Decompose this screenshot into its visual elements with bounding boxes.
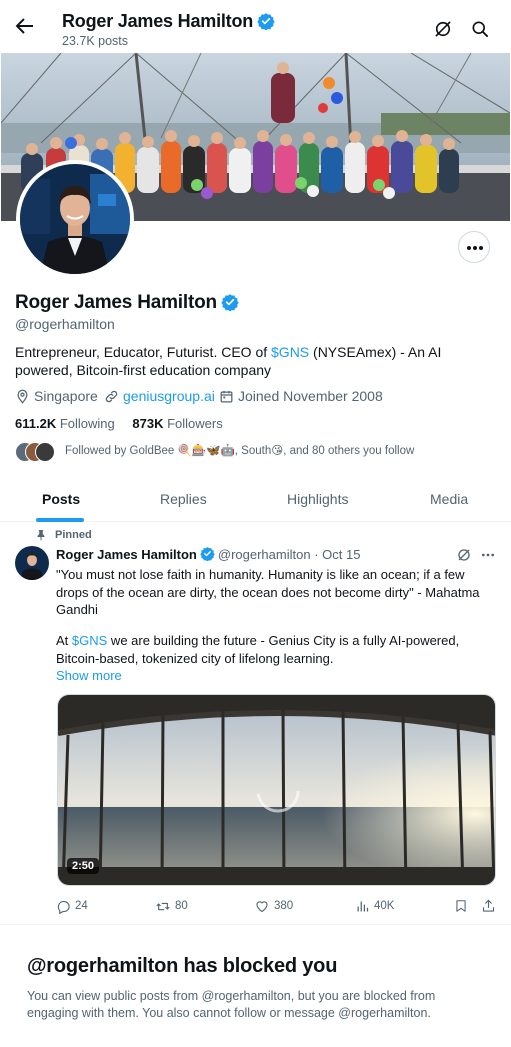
post-author-name[interactable]: Roger James Hamilton (56, 547, 197, 562)
header-name: Roger James Hamilton (62, 11, 254, 31)
profile-bio: Entrepreneur, Educator, Futurist. CEO of… (15, 343, 485, 379)
views-count: 40K (374, 900, 395, 912)
location-pin-icon (17, 389, 28, 404)
followed-by-middle: , South (234, 445, 272, 457)
pin-icon (37, 530, 45, 541)
post-header: Roger James Hamilton @rogerhamilton · Oct… (56, 546, 360, 562)
followers-link[interactable]: 873K Followers (132, 416, 222, 431)
emoji-icons: 🍭🎰🦋🤖 (177, 445, 235, 457)
video-duration: 2:50 (67, 858, 100, 874)
post-author-avatar[interactable] (15, 546, 49, 580)
verified-badge-icon (257, 13, 275, 31)
post-video[interactable] (57, 694, 496, 886)
bio-cashtag-link[interactable]: $GNS (271, 344, 309, 360)
tab-highlights[interactable]: Highlights (287, 491, 348, 507)
post-text-suffix: we are building the future - Genius City… (56, 633, 460, 666)
video-thumbnail (58, 695, 495, 885)
following-count: 611.2K (15, 416, 57, 431)
reply-icon (57, 900, 70, 914)
reply-button[interactable]: 24 (56, 898, 88, 914)
website[interactable]: geniusgroup.ai (104, 388, 215, 404)
website-link[interactable]: geniusgroup.ai (123, 388, 215, 404)
search-icon[interactable] (470, 19, 490, 39)
pinned-indicator: Pinned (35, 529, 92, 541)
location-text: Singapore (34, 388, 98, 404)
following-label: Following (59, 416, 115, 431)
following-link[interactable]: 611.2K Following (15, 416, 115, 431)
post-avatar-image (15, 546, 49, 580)
followed-by-prefix: Followed by GoldBee (65, 445, 175, 457)
back-arrow-icon[interactable] (12, 14, 36, 38)
post-date[interactable]: Oct 15 (322, 547, 360, 562)
profile-handle: @rogerhamilton (15, 316, 115, 332)
bio-text: Entrepreneur, Educator, Futurist. CEO of (15, 344, 272, 360)
followers-count: 873K (132, 416, 164, 431)
repost-count: 80 (175, 900, 188, 912)
blocked-title: @rogerhamilton has blocked you (27, 955, 338, 977)
more-options-button[interactable] (458, 231, 490, 263)
grok-icon[interactable] (456, 547, 472, 563)
avatar-image (20, 164, 130, 274)
analytics-icon (357, 901, 369, 911)
repost-icon (156, 902, 170, 910)
emoji-icon: 😘 (271, 445, 284, 457)
reply-count: 24 (75, 900, 88, 912)
profile-name-text: Roger James Hamilton (15, 292, 217, 313)
share-icon[interactable] (481, 898, 496, 914)
active-tab-indicator (36, 518, 84, 522)
views-button[interactable]: 40K (355, 898, 394, 914)
bookmark-icon[interactable] (454, 898, 468, 914)
grok-icon[interactable] (433, 19, 453, 39)
profile-name: Roger James Hamilton (15, 292, 239, 314)
like-button[interactable]: 380 (254, 898, 293, 914)
like-count: 380 (274, 900, 294, 912)
blocked-message: You can view public posts from @rogerham… (27, 989, 436, 1020)
header-title: Roger James Hamilton (62, 11, 275, 32)
followed-by-avatars[interactable] (15, 442, 59, 464)
top-bar: Roger James Hamilton 23.7K posts (0, 0, 511, 53)
location: Singapore (15, 388, 98, 404)
followers-label: Followers (167, 416, 223, 431)
followed-by-text[interactable]: Followed by GoldBee 🍭🎰🦋🤖, South😘, and 80… (65, 443, 414, 457)
repost-button[interactable]: 80 (155, 898, 188, 914)
profile-tabs: Posts Replies Highlights Media (0, 477, 511, 522)
join-date: Joined November 2008 (219, 388, 383, 404)
followed-by-suffix: , and 80 others you follow (283, 445, 415, 457)
verified-badge-icon (221, 294, 239, 312)
profile-avatar[interactable] (16, 160, 134, 278)
calendar-icon (220, 390, 233, 402)
tab-media[interactable]: Media (430, 491, 468, 507)
header-post-count: 23.7K posts (62, 34, 129, 48)
post-text-quote: "You must not lose faith in humanity. Hu… (56, 567, 480, 617)
tab-replies[interactable]: Replies (160, 491, 207, 507)
post-text-body: At $GNS we are building the future - Gen… (56, 632, 486, 667)
tab-posts[interactable]: Posts (42, 491, 80, 507)
pinned-label: Pinned (55, 529, 92, 541)
post-cashtag-link[interactable]: $GNS (72, 633, 107, 648)
post-separator: · (314, 547, 319, 562)
join-date-text: Joined November 2008 (238, 388, 383, 404)
divider (0, 924, 511, 925)
heart-icon (256, 900, 268, 912)
post-text-prefix: At (56, 633, 72, 648)
follow-stats: 611.2K Following 873K Followers (15, 416, 223, 431)
post-author-handle[interactable]: @rogerhamilton (218, 547, 311, 562)
verified-badge-icon (200, 546, 215, 562)
link-icon (105, 390, 118, 402)
post-more-icon[interactable] (480, 547, 496, 563)
show-more-link[interactable]: Show more (56, 668, 122, 683)
